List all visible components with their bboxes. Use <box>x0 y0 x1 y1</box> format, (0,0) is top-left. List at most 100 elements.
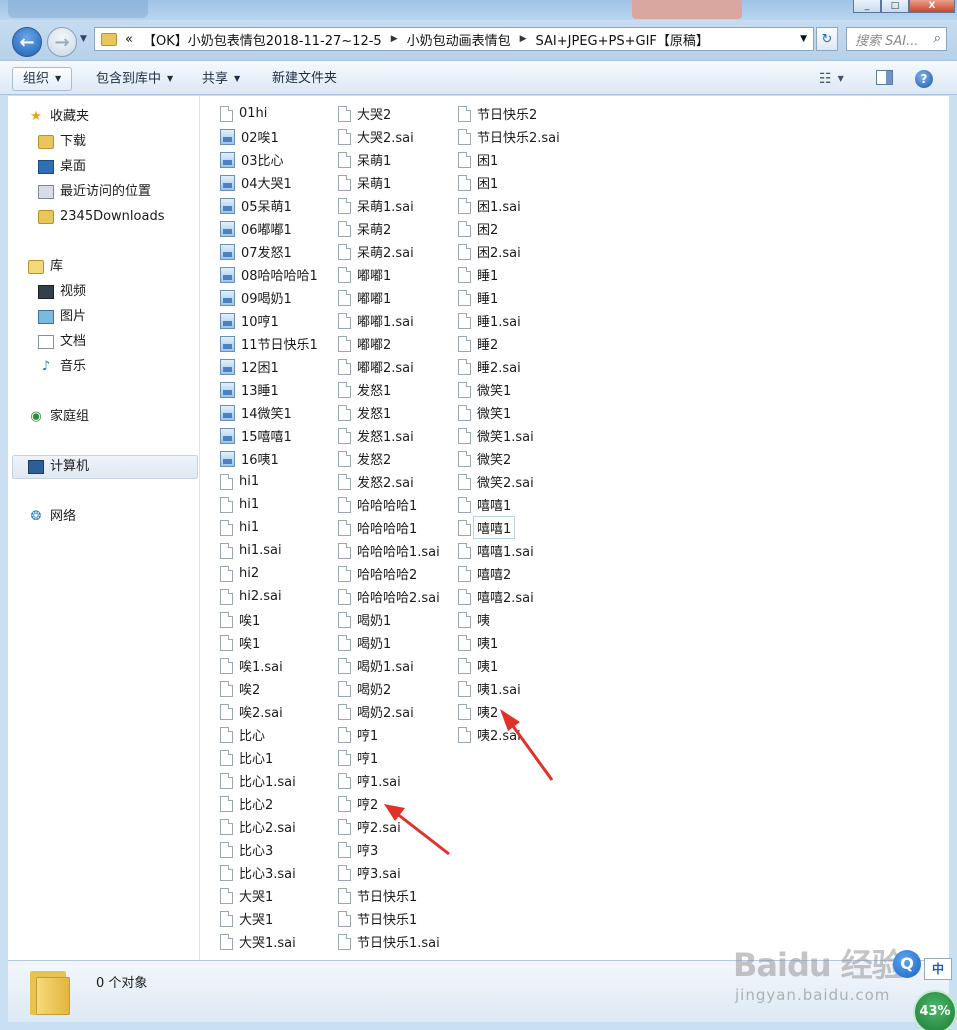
file-item[interactable]: 睡1 <box>458 263 560 286</box>
address-overflow[interactable]: « <box>125 32 133 47</box>
file-item[interactable]: 嘟嘟2.sai <box>338 355 440 378</box>
file-item[interactable]: 困2.sai <box>458 240 560 263</box>
file-item[interactable]: 喝奶2.sai <box>338 700 440 723</box>
file-item[interactable]: 大哭1 <box>220 884 318 907</box>
file-item[interactable]: 哼2.sai <box>338 815 440 838</box>
file-item[interactable]: 唉1.sai <box>220 654 318 677</box>
new-folder-button[interactable]: 新建文件夹 <box>272 69 337 89</box>
file-item[interactable]: 微笑1 <box>458 401 560 424</box>
file-item[interactable]: 嘻嘻2 <box>458 562 560 585</box>
file-item[interactable]: 微笑2.sai <box>458 470 560 493</box>
breadcrumb-segment-3[interactable]: SAI+JPEG+PS+GIF【原稿】 <box>536 30 709 49</box>
help-button[interactable]: ? <box>915 70 933 88</box>
file-item[interactable]: 发怒1 <box>338 378 440 401</box>
file-item[interactable]: 大哭1.sai <box>220 930 318 953</box>
file-item[interactable]: 哼1 <box>338 746 440 769</box>
file-item[interactable]: 睡2.sai <box>458 355 560 378</box>
file-item[interactable]: 喝奶1.sai <box>338 654 440 677</box>
file-item[interactable]: 15嘻嘻1 <box>220 424 318 447</box>
preview-pane-button[interactable] <box>876 70 893 85</box>
file-item[interactable]: 11节日快乐1 <box>220 332 318 355</box>
file-item[interactable]: 比心3.sai <box>220 861 318 884</box>
file-item[interactable]: 节日快乐2.sai <box>458 125 560 148</box>
file-item[interactable]: 睡2 <box>458 332 560 355</box>
file-item[interactable]: 咦2.sai <box>458 723 560 746</box>
nav-libraries[interactable]: 库 <box>28 256 63 278</box>
file-item[interactable]: 微笑1 <box>458 378 560 401</box>
nav-pictures[interactable]: 图片 <box>38 306 86 328</box>
nav-downloads[interactable]: 下载 <box>38 131 86 153</box>
file-item[interactable]: 唉1 <box>220 608 318 631</box>
file-item[interactable]: 睡1 <box>458 286 560 309</box>
file-item[interactable]: 哈哈哈哈1.sai <box>338 539 440 562</box>
file-item[interactable]: 大哭2 <box>338 102 440 125</box>
file-item[interactable]: 唉1 <box>220 631 318 654</box>
file-item[interactable]: hi1 <box>220 516 318 539</box>
file-item[interactable]: 发怒2 <box>338 447 440 470</box>
file-item[interactable]: 咦 <box>458 608 560 631</box>
file-item[interactable]: 睡1.sai <box>458 309 560 332</box>
performance-percent-badge[interactable]: 43% <box>913 990 957 1030</box>
file-item[interactable]: 哈哈哈哈1 <box>338 493 440 516</box>
file-item[interactable]: 比心3 <box>220 838 318 861</box>
file-item[interactable]: 哈哈哈哈2 <box>338 562 440 585</box>
file-item[interactable]: 困2 <box>458 217 560 240</box>
file-item[interactable]: 节日快乐1 <box>338 907 440 930</box>
file-item[interactable]: 呆萌2.sai <box>338 240 440 263</box>
file-item[interactable]: 大哭1 <box>220 907 318 930</box>
search-icon[interactable]: ⌕ <box>934 31 941 46</box>
file-item[interactable]: 哼1.sai <box>338 769 440 792</box>
nav-favorites[interactable]: ★ 收藏夹 <box>28 106 89 128</box>
file-item[interactable]: 08哈哈哈哈1 <box>220 263 318 286</box>
share-button[interactable]: 共享 ▼ <box>202 69 240 89</box>
file-item[interactable]: 13睡1 <box>220 378 318 401</box>
file-item[interactable]: 节日快乐1 <box>338 884 440 907</box>
file-item[interactable]: 12困1 <box>220 355 318 378</box>
include-in-library-button[interactable]: 包含到库中 ▼ <box>96 69 173 89</box>
nav-computer[interactable]: 计算机 <box>28 456 89 478</box>
file-item[interactable]: 困1 <box>458 171 560 194</box>
file-item[interactable]: 嘻嘻1 <box>458 516 560 539</box>
file-item[interactable]: 嘟嘟1 <box>338 286 440 309</box>
nav-network[interactable]: ❂ 网络 <box>28 506 76 528</box>
file-item[interactable]: 05呆萌1 <box>220 194 318 217</box>
file-item[interactable]: 06嘟嘟1 <box>220 217 318 240</box>
file-item[interactable]: 07发怒1 <box>220 240 318 263</box>
file-item[interactable]: 呆萌1 <box>338 148 440 171</box>
file-item[interactable]: 04大哭1 <box>220 171 318 194</box>
file-item[interactable]: 节日快乐1.sai <box>338 930 440 953</box>
nav-2345downloads[interactable]: 2345Downloads <box>38 206 164 228</box>
back-button[interactable]: ← <box>12 27 42 57</box>
file-item[interactable]: 比心2 <box>220 792 318 815</box>
file-item[interactable]: 03比心 <box>220 148 318 171</box>
file-item[interactable]: 哈哈哈哈2.sai <box>338 585 440 608</box>
file-item[interactable]: 发怒2.sai <box>338 470 440 493</box>
file-item[interactable]: 呆萌1 <box>338 171 440 194</box>
file-item[interactable]: 节日快乐2 <box>458 102 560 125</box>
address-bar[interactable]: « 【OK】小奶包表情包2018-11-27~12-5 ▶ 小奶包动画表情包 ▶… <box>94 27 814 51</box>
file-item[interactable]: 比心2.sai <box>220 815 318 838</box>
file-item[interactable]: 比心1 <box>220 746 318 769</box>
file-item[interactable]: 09喝奶1 <box>220 286 318 309</box>
file-item[interactable]: 哼1 <box>338 723 440 746</box>
breadcrumb-segment-2[interactable]: 小奶包动画表情包 <box>407 30 511 49</box>
file-item[interactable]: 哼3 <box>338 838 440 861</box>
file-item[interactable]: 嘟嘟1 <box>338 263 440 286</box>
file-item[interactable]: hi1 <box>220 493 318 516</box>
ime-indicator[interactable]: 中 <box>924 958 952 980</box>
file-item[interactable]: 14微笑1 <box>220 401 318 424</box>
file-item[interactable]: 嘻嘻2.sai <box>458 585 560 608</box>
file-item[interactable]: hi2 <box>220 562 318 585</box>
file-item[interactable]: 微笑1.sai <box>458 424 560 447</box>
file-item[interactable]: 比心 <box>220 723 318 746</box>
tray-q-icon[interactable]: Q <box>893 950 921 978</box>
file-item[interactable]: hi1.sai <box>220 539 318 562</box>
minimize-button[interactable]: _ <box>853 0 881 13</box>
file-item[interactable]: hi1 <box>220 470 318 493</box>
file-item[interactable]: 困1.sai <box>458 194 560 217</box>
breadcrumb-chevron-icon[interactable]: ▶ <box>391 34 398 44</box>
search-input[interactable]: 搜索 SAI... ⌕ <box>846 27 947 51</box>
file-item[interactable]: 嘟嘟2 <box>338 332 440 355</box>
file-item[interactable]: 嘟嘟1.sai <box>338 309 440 332</box>
file-item[interactable]: 哼3.sai <box>338 861 440 884</box>
